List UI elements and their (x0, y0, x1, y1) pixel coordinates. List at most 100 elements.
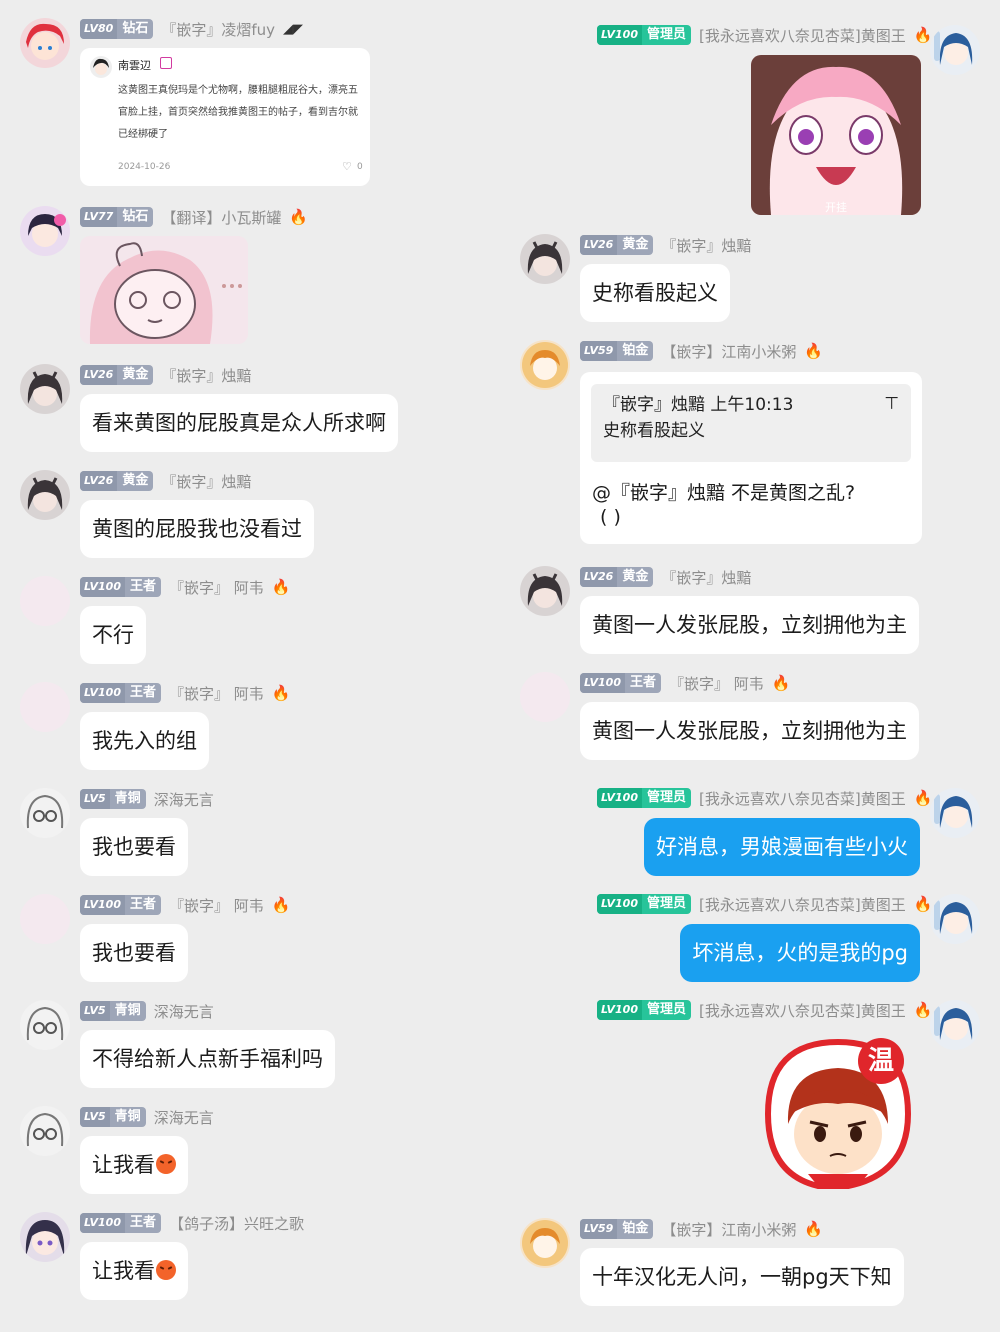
message-bubble[interactable]: 十年汉化无人问，一朝pg天下知 (580, 1248, 904, 1306)
avatar[interactable] (520, 234, 570, 284)
avatar[interactable] (20, 470, 70, 520)
username[interactable]: 『嵌字』烛黯 (661, 235, 751, 256)
shared-post-card[interactable]: 南雲辺 这黄图王真倪玛是个尤物啊，腰粗腿粗屁谷大，漂亮五官脸上挂，首页突然给我推… (80, 48, 370, 186)
username[interactable]: [我永远喜欢八奈见杏菜]黄图王 (699, 1000, 906, 1021)
avatar[interactable] (930, 788, 980, 838)
like-icon[interactable]: ♡ (342, 160, 352, 173)
avatar[interactable] (520, 566, 570, 616)
level-badge: LV5 青铜 (80, 789, 146, 809)
message-text: 让我看 (92, 1259, 155, 1283)
sticker-image[interactable]: 开挂 (751, 55, 921, 215)
avatar[interactable] (930, 25, 980, 75)
message-bubble[interactable]: 黄图的屁股我也没看过 (80, 500, 314, 558)
message-bubble[interactable]: 黄图一人发张屁股，立刻拥他为主 (580, 596, 919, 654)
username[interactable]: 【翻译】小瓦斯罐 (161, 207, 281, 228)
level-badge: LV59 铂金 (580, 1219, 654, 1239)
quote-text: 史称看股起义 (603, 421, 705, 441)
username[interactable]: 『嵌字』烛黯 (161, 365, 251, 386)
avatar (90, 56, 112, 78)
username[interactable]: [我永远喜欢八奈见杏菜]黄图王 (699, 788, 906, 809)
username[interactable]: 【嵌字】江南小米粥 (661, 341, 796, 362)
avatar[interactable] (520, 1218, 570, 1268)
message-bubble[interactable]: 史称看股起义 (580, 264, 730, 322)
avatar[interactable] (20, 206, 70, 256)
fire-icon: 🔥 (913, 1001, 933, 1019)
sticker-badge: 温 (858, 1038, 904, 1084)
username[interactable]: 『嵌字』凌熠fuy (161, 19, 275, 40)
message-bubble[interactable]: 好消息，男娘漫画有些小火 (644, 818, 920, 876)
message-bubble[interactable]: 我也要看 (80, 924, 188, 982)
fire-icon: 🔥 (271, 684, 291, 702)
username[interactable]: 『嵌字』 阿韦 (169, 577, 264, 598)
level-badge: LV100 王者 (80, 1213, 161, 1233)
fire-icon: 🔥 (913, 26, 933, 44)
reply-bubble[interactable]: 『嵌字』烛黯 上午10:13 史称看股起义 ⊤ @『嵌字』烛黯 不是黄图之乱? … (580, 372, 922, 544)
level-badge: LV100 王者 (580, 673, 661, 693)
message-text: 让我看 (92, 1153, 155, 1177)
level-badge: LV5 青铜 (80, 1001, 146, 1021)
fire-icon: 🔥 (271, 896, 291, 914)
fire-icon: 🔥 (913, 789, 933, 807)
message-bubble[interactable]: 坏消息，火的是我的pg (680, 924, 920, 982)
sticker-image[interactable]: 温 (758, 1034, 918, 1194)
username[interactable]: [我永远喜欢八奈见杏菜]黄图王 (699, 25, 906, 46)
username[interactable]: 【鸽子汤】兴旺之歌 (169, 1213, 304, 1234)
level-badge: LV59 铂金 (580, 341, 654, 361)
avatar[interactable] (20, 1000, 70, 1050)
avatar[interactable] (930, 894, 980, 944)
message-bubble[interactable]: 让我看 (80, 1242, 188, 1300)
collapse-quote-icon[interactable]: ⊤ (884, 394, 899, 414)
username[interactable]: 深海无言 (154, 1107, 214, 1128)
message-bubble[interactable]: 不行 (80, 606, 146, 664)
username[interactable]: [我永远喜欢八奈见杏菜]黄图王 (699, 894, 906, 915)
level-badge: LV5 青铜 (80, 1107, 146, 1127)
reply-tail: ( ) (600, 506, 621, 528)
fire-icon: 🔥 (804, 342, 824, 360)
username[interactable]: 深海无言 (154, 789, 214, 810)
emblem-icon: ◢◤ (283, 21, 304, 37)
avatar[interactable] (520, 340, 570, 390)
username[interactable]: 『嵌字』 阿韦 (169, 683, 264, 704)
message-bubble[interactable]: 我先入的组 (80, 712, 209, 770)
fire-icon: 🔥 (771, 674, 791, 692)
post-text: 这黄图王真倪玛是个尤物啊，腰粗腿粗屁谷大，漂亮五官脸上挂，首页突然给我推黄图王的… (118, 85, 358, 140)
username[interactable]: 【嵌字】江南小米粥 (661, 1219, 796, 1240)
message-bubble[interactable]: 黄图一人发张屁股，立刻拥他为主 (580, 702, 919, 760)
level-badge: LV26 黄金 (580, 235, 654, 255)
level-badge: LV100 管理员 (597, 894, 691, 914)
quoted-message[interactable]: 『嵌字』烛黯 上午10:13 史称看股起义 ⊤ (591, 384, 911, 462)
message-bubble[interactable]: 不得给新人点新手福利吗 (80, 1030, 335, 1088)
avatar[interactable] (20, 1106, 70, 1156)
level-badge: LV80 钻石 (80, 19, 154, 39)
avatar[interactable] (20, 682, 70, 732)
level-badge: LV26 黄金 (80, 365, 154, 385)
level-badge: LV100 管理员 (597, 1000, 691, 1020)
username[interactable]: 深海无言 (154, 1001, 214, 1022)
level-badge: LV100 王者 (80, 577, 161, 597)
fire-icon: 🔥 (913, 895, 933, 913)
avatar[interactable] (20, 788, 70, 838)
avatar[interactable] (20, 364, 70, 414)
message-bubble[interactable]: 让我看 (80, 1136, 188, 1194)
username[interactable]: 『嵌字』烛黯 (661, 567, 751, 588)
message-bubble[interactable]: 看来黄图的屁股真是众人所求啊 (80, 394, 398, 452)
username[interactable]: 『嵌字』 阿韦 (169, 895, 264, 916)
avatar[interactable] (20, 576, 70, 626)
avatar[interactable] (520, 672, 570, 722)
avatar[interactable] (930, 1000, 980, 1050)
reply-text: @『嵌字』烛黯 不是黄图之乱? (592, 482, 856, 504)
avatar[interactable] (20, 18, 70, 68)
post-author: 南雲辺 (118, 59, 151, 72)
fire-icon: 🔥 (271, 578, 291, 596)
level-badge: LV26 黄金 (580, 567, 654, 587)
message-bubble[interactable]: 我也要看 (80, 818, 188, 876)
sticker-badge-text: 温 (867, 1046, 894, 1076)
level-badge: LV26 黄金 (80, 471, 154, 491)
post-date: 2024-10-26 (118, 162, 171, 172)
username[interactable]: 『嵌字』 阿韦 (669, 673, 764, 694)
username[interactable]: 『嵌字』烛黯 (161, 471, 251, 492)
sticker-image[interactable] (80, 236, 248, 344)
angry-emoji-icon (156, 1154, 176, 1174)
avatar[interactable] (20, 894, 70, 944)
avatar[interactable] (20, 1212, 70, 1262)
